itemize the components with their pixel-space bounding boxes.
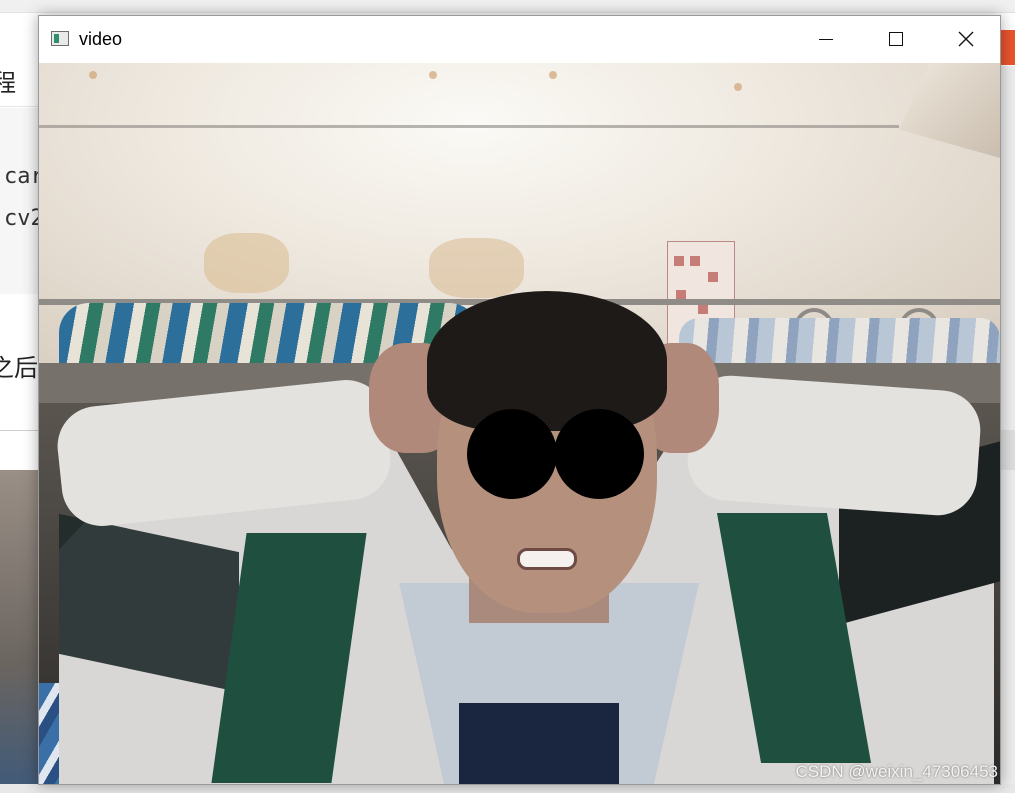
window-app-icon xyxy=(51,31,69,46)
eye-mask-right xyxy=(554,409,644,499)
wall-stain xyxy=(429,238,524,298)
video-frame: CSDN @weixin_47306453 xyxy=(39,63,1000,784)
background-orange-button[interactable] xyxy=(1000,30,1015,65)
wall-spot xyxy=(734,83,742,91)
ceiling-line xyxy=(39,125,899,128)
wall-spot xyxy=(549,71,557,79)
minimize-button[interactable] xyxy=(791,16,861,62)
background-paragraph-fragment: 之后 xyxy=(0,354,38,382)
minimize-icon xyxy=(819,38,833,40)
video-window[interactable]: video CSDN @weixin_47306453 xyxy=(38,15,1001,785)
background-top-bar xyxy=(0,0,1015,13)
wall-spot xyxy=(429,71,437,79)
person-hair xyxy=(427,291,667,431)
close-button[interactable] xyxy=(931,16,1001,62)
window-title: video xyxy=(79,29,123,49)
person-shirt xyxy=(459,703,619,784)
watermark: CSDN @weixin_47306453 xyxy=(795,762,998,781)
maximize-icon xyxy=(889,32,903,46)
title-bar[interactable]: video xyxy=(39,16,1000,63)
person-arm-right xyxy=(684,373,984,518)
close-icon xyxy=(958,31,974,47)
person-mouth xyxy=(517,548,577,570)
wall-spot xyxy=(89,71,97,79)
wall-stain xyxy=(204,233,289,293)
eye-mask-left xyxy=(467,409,557,499)
background-right-strip-block xyxy=(1000,430,1015,470)
background-bottom-bar xyxy=(0,784,1015,793)
maximize-button[interactable] xyxy=(861,16,931,62)
background-title-fragment: 程 xyxy=(0,69,16,97)
